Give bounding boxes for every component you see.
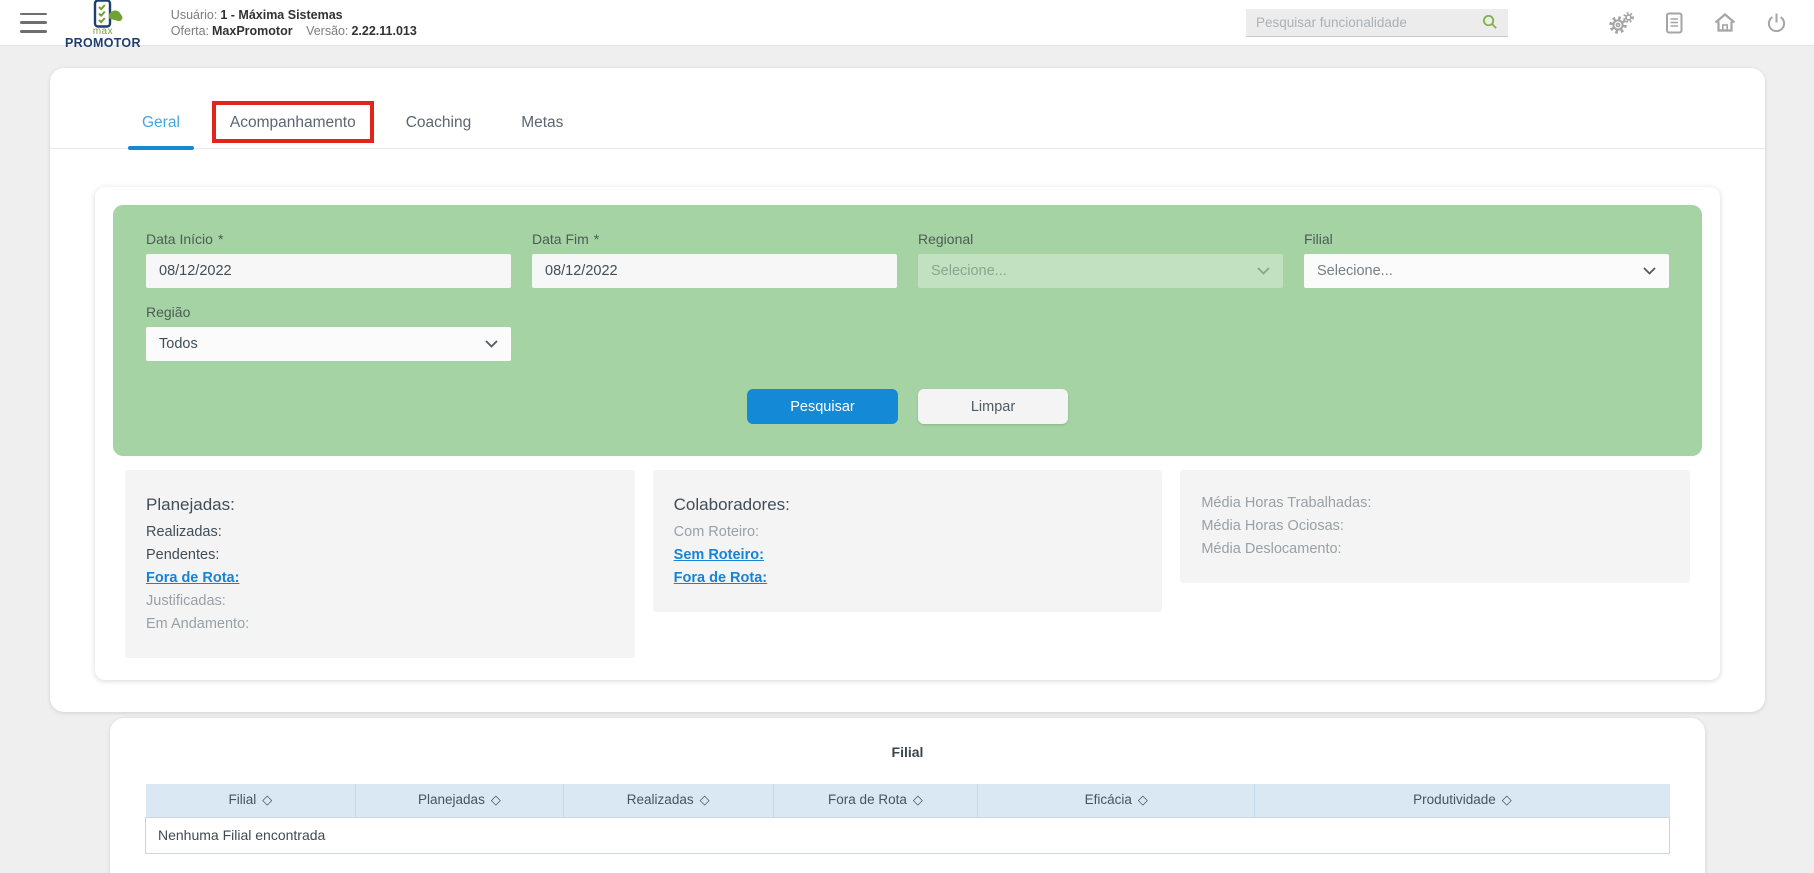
fora-de-rota-colab-link[interactable]: Fora de Rota: [674, 567, 1142, 590]
tab-bar: Geral Acompanhamento Coaching Metas [50, 68, 1765, 150]
column-header-filial[interactable]: Filial ◇ [145, 784, 357, 817]
stat-planejadas: Planejadas: [146, 495, 235, 514]
regional-field: Regional Selecione... [918, 231, 1283, 288]
tab-metas[interactable]: Metas [507, 114, 577, 148]
tab-geral[interactable]: Geral [128, 114, 194, 150]
home-icon [1714, 12, 1736, 32]
sort-icon: ◇ [1501, 792, 1512, 808]
user-value: 1 - Máxima Sistemas [220, 7, 343, 22]
search-icon[interactable] [1482, 14, 1498, 30]
filial-table: Filial ◇ Planejadas ◇ Realizadas ◇ Fora de … [145, 784, 1670, 854]
regional-label: Regional [918, 231, 974, 247]
regiao-field: Região Todos [146, 304, 511, 361]
stat-em-andamento: Em Andamento: [146, 616, 250, 632]
filial-field: Filial Selecione... [1304, 231, 1669, 288]
sem-roteiro-link[interactable]: Sem Roteiro: [674, 544, 1142, 567]
empty-row: Nenhuma Filial encontrada [145, 816, 1670, 854]
sort-icon: ◇ [699, 792, 710, 808]
logo-text-promotor: PROMOTOR [65, 36, 141, 51]
tab-coaching[interactable]: Coaching [392, 114, 486, 148]
stat-realizadas: Realizadas: [146, 524, 222, 540]
sort-icon: ◇ [262, 792, 273, 808]
menu-icon[interactable] [20, 12, 47, 33]
app-header: max PROMOTOR Usuário: 1 - Máxima Sistemas… [0, 0, 1814, 49]
sort-icon: ◇ [1137, 792, 1148, 808]
offer-value: MaxPromotor [212, 23, 293, 38]
home-button[interactable] [1713, 11, 1737, 35]
sort-icon: ◇ [912, 792, 923, 808]
filial-label: Filial [1304, 231, 1333, 247]
start-date-input[interactable] [146, 254, 511, 288]
search-box [1246, 8, 1508, 37]
regiao-select[interactable]: Todos [146, 327, 511, 361]
search-button[interactable]: Pesquisar [747, 389, 898, 424]
filter-panel: Data Início* Data Fim* Regional Selecion… [113, 205, 1702, 456]
empty-message: Nenhuma Filial encontrada [145, 816, 1670, 854]
regional-select: Selecione... [918, 254, 1283, 288]
main-card: Geral Acompanhamento Coaching Metas Data… [50, 68, 1765, 712]
gear-icon [1609, 11, 1634, 34]
power-icon [1767, 13, 1786, 32]
app-logo: max PROMOTOR [65, 0, 141, 50]
stat-justificadas: Justificadas: [146, 593, 226, 609]
stats-panel-averages: Média Horas Trabalhadas: Média Horas Oci… [1180, 470, 1690, 583]
stat-media-ociosas: Média Horas Ociosas: [1201, 518, 1344, 534]
table-title: Filial [891, 744, 924, 760]
column-header-produtividade[interactable]: Produtividade ◇ [1254, 784, 1670, 817]
header-icon-bar [1608, 11, 1788, 35]
column-header-fora-de-rota[interactable]: Fora de Rota ◇ [773, 784, 979, 817]
user-info: Usuário: 1 - Máxima Sistemas Oferta: MaxPr… [171, 7, 417, 39]
stat-pendentes: Pendentes: [146, 547, 220, 563]
stat-colaboradores: Colaboradores: [673, 495, 790, 514]
search-input[interactable] [1256, 14, 1482, 30]
stat-media-deslocamento: Média Deslocamento: [1201, 541, 1342, 557]
chevron-down-icon [1643, 267, 1656, 275]
chevron-down-icon [485, 340, 498, 348]
settings-button[interactable] [1608, 11, 1635, 35]
tab-acompanhamento[interactable]: Acompanhamento [211, 101, 374, 148]
stats-panel-visits: Planejadas: Realizadas: Pendentes: Fora … [125, 470, 635, 658]
stats-row: Planejadas: Realizadas: Pendentes: Fora … [125, 470, 1690, 658]
filial-table-card: Filial Filial ◇ Planejadas ◇ Realizadas ◇ F… [110, 718, 1705, 873]
start-date-field: Data Início * [146, 231, 511, 288]
chevron-down-icon [1257, 267, 1270, 275]
document-icon [1666, 12, 1683, 33]
filter-card: Data Início* Data Fim* Regional Selecion… [95, 187, 1720, 680]
sort-icon: ◇ [490, 792, 501, 808]
column-header-realizadas[interactable]: Realizadas ◇ [563, 784, 774, 817]
end-date-input[interactable] [532, 254, 897, 288]
stat-media-trabalhadas: Média Horas Trabalhadas: [1201, 495, 1372, 511]
fora-de-rota-link[interactable]: Fora de Rota: [146, 567, 614, 590]
power-button[interactable] [1765, 11, 1788, 35]
clear-button[interactable]: Limpar [918, 389, 1068, 424]
regiao-label: Região [146, 304, 191, 320]
start-date-label: Data Início * [146, 231, 224, 247]
end-date-label: Data Fim * [532, 231, 600, 247]
end-date-field: Data Fim * [532, 231, 897, 288]
table-header-row: Filial ◇ Planejadas ◇ Realizadas ◇ Fora de … [145, 784, 1670, 817]
log-button[interactable] [1663, 11, 1685, 35]
stats-panel-collaborators: Colaboradores: Com Roteiro: Sem Roteiro:… [652, 470, 1163, 612]
version-value: 2.22.11.013 [351, 23, 417, 38]
offer-label: Oferta: [170, 23, 210, 38]
column-header-planejadas[interactable]: Planejadas ◇ [355, 784, 564, 817]
version-label: Versão: [306, 23, 349, 38]
stat-com-roteiro: Com Roteiro: [673, 524, 760, 540]
filial-select[interactable]: Selecione... [1304, 254, 1669, 288]
column-header-eficacia[interactable]: Eficácia ◇ [977, 784, 1256, 817]
user-label: Usuário: [170, 7, 218, 22]
